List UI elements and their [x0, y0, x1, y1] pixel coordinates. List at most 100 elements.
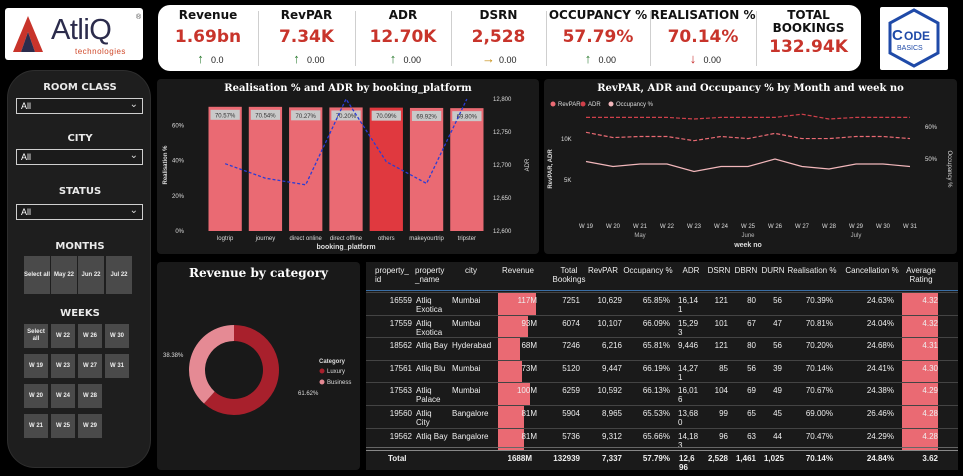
x-tick-label: direct offline: [330, 236, 363, 242]
table-total-row[interactable]: Total 1688M 132939 7,337 57.79% 12,6 96 2,528 1…: [366, 450, 958, 472]
cell-durn: 47: [773, 318, 782, 328]
cell-adr: 16,14 1: [678, 296, 699, 314]
week-chip-12[interactable]: W 25: [51, 414, 75, 438]
x-axis-label: booking_platform: [316, 244, 375, 251]
table-row[interactable]: 17561 Atliq Blu Mumbai 73M 5120 9,447 66.19% 14…: [366, 359, 958, 383]
atliq-logo: AtliQ technologies ®: [5, 8, 143, 60]
week-chip-0[interactable]: Select all: [24, 324, 48, 348]
y2-tick-label: 12,800: [493, 97, 512, 103]
cell-bookings: 5904: [562, 409, 580, 418]
cell-real: 69.00%: [805, 409, 833, 418]
month-label: May: [634, 233, 645, 239]
trend-up-icon: ↑: [584, 51, 592, 66]
month-chip-0[interactable]: Select all: [24, 256, 50, 294]
property-table: property_ id property _name city Revenue Tot…: [366, 262, 958, 472]
bar-direct-online: [289, 107, 323, 231]
kpi-value: 132.94K: [769, 37, 848, 57]
cell-real: 70.67%: [805, 386, 833, 396]
kpi-card: DSRN 2,528 → 0.00: [451, 5, 546, 71]
codebasics-logo: C ODE BASICS: [880, 7, 948, 70]
month-label: June: [741, 233, 755, 239]
realisation-adr-chart: 0% 20% 40% 60% Realisation % 70.57% logtrip 70.…: [163, 97, 531, 251]
cell-durn: 45: [773, 409, 782, 418]
column-header-canc: Cancellation %: [845, 266, 899, 275]
cell-bookings: 5736: [562, 431, 580, 441]
cell-dsrn: 96: [719, 431, 728, 441]
week-chip-3[interactable]: W 30: [105, 324, 129, 348]
status-dropdown[interactable]: All ⌄: [16, 204, 143, 220]
cell-id: 18562: [389, 341, 412, 351]
cell-revenue: 73M: [521, 363, 537, 373]
month-chip-1[interactable]: May 22: [51, 256, 77, 294]
cell-name: Atliq Palace: [416, 386, 441, 405]
kpi-card: OCCUPANCY % 57.79% ↑ 0.00: [546, 5, 650, 71]
column-header-revenue: Revenue: [501, 266, 535, 275]
cell-bookings: 5120: [562, 363, 580, 373]
kpi-delta: ↑ 0.00: [355, 51, 451, 66]
kpi-value: 2,528: [471, 27, 526, 47]
legend-item: ADR: [588, 102, 601, 108]
status-label: STATUS: [58, 186, 102, 197]
table-row[interactable]: 16559 Atliq Exotica Mumbai 117M 7251 10,629 65…: [366, 292, 958, 315]
week-chip-1[interactable]: W 22: [51, 324, 75, 348]
cell-durn: 56: [773, 341, 782, 351]
cell-city: Mumbai: [452, 363, 481, 373]
cell-name: Atliq Exotica: [416, 296, 443, 314]
column-header-property-name: property _name: [415, 266, 445, 284]
cell-city: Mumbai: [452, 318, 481, 328]
week-chip-13[interactable]: W 29: [78, 414, 102, 438]
week-chip-5[interactable]: W 23: [51, 354, 75, 378]
y2-tick-label: 12,600: [493, 229, 512, 235]
y2-tick-label: 12,750: [493, 130, 512, 136]
x-tick-label: W 19: [579, 224, 594, 230]
trend-up-icon: ↑: [197, 51, 204, 66]
table-row[interactable]: 19560 Atliq City Bangalore 81M 5904 8,965 65.5…: [366, 405, 958, 428]
cell-canc: 24.04%: [866, 318, 894, 328]
cell-adr: 9,446: [678, 341, 699, 351]
x-tick-label: others: [378, 236, 395, 242]
total-occ: 57.79%: [642, 454, 670, 463]
cell-city: Mumbai: [452, 296, 481, 305]
room-class-dropdown[interactable]: All ⌄: [16, 98, 143, 114]
y2-tick-label: 50%: [925, 157, 938, 163]
kpi-title: OCCUPANCY %: [548, 8, 648, 22]
kpi-value: 12.70K: [369, 27, 437, 47]
table-row[interactable]: 17563 Atliq Palace Mumbai 100M 6259 10,592 66.…: [366, 382, 958, 406]
kpi-value: 70.14%: [667, 27, 739, 47]
kpi-delta-value: 0.00: [700, 55, 722, 65]
cell-id: 16559: [389, 296, 412, 305]
cell-revpar: 6,216: [601, 341, 622, 351]
bar-data-label: 70.27%: [296, 114, 317, 120]
x-tick-label: direct online: [290, 236, 323, 242]
cell-rating: 4.28: [922, 409, 938, 418]
total-dsrn: 2,528: [707, 454, 728, 463]
city-dropdown[interactable]: All ⌄: [16, 149, 143, 165]
cell-revenue: 93M: [521, 318, 537, 328]
total-revenue: 1688M: [507, 454, 532, 463]
cell-city: Bangalore: [452, 431, 489, 441]
month-chip-2[interactable]: Jun 22: [78, 256, 104, 294]
cell-dbrn: 80: [747, 341, 756, 351]
cell-name: Atliq City: [416, 409, 432, 427]
total-durn: 1,025: [763, 454, 784, 463]
week-chip-11[interactable]: W 21: [24, 414, 48, 438]
week-chip-2[interactable]: W 26: [78, 324, 102, 348]
cell-revpar: 8,965: [601, 409, 622, 418]
kpi-title: TOTAL BOOKINGS: [772, 8, 845, 35]
week-chip-6[interactable]: W 27: [78, 354, 102, 378]
week-chip-10[interactable]: W 28: [78, 384, 102, 408]
week-chip-8[interactable]: W 20: [24, 384, 48, 408]
week-chip-7[interactable]: W 31: [105, 354, 129, 378]
table-row[interactable]: 18562 Atliq Bay Hyderabad 68M 7246 6,216 65.81…: [366, 337, 958, 361]
svg-text:C: C: [892, 27, 903, 44]
legend-item: Occupancy %: [616, 102, 654, 108]
week-chip-4[interactable]: W 19: [24, 354, 48, 378]
table-row[interactable]: 17559 Atliq Exotica Mumbai 93M 6074 10,107 66.…: [366, 314, 958, 338]
room-class-value: All: [21, 101, 32, 111]
month-chip-3[interactable]: Jul 22: [106, 256, 132, 294]
chevron-down-icon: ⌄: [129, 99, 138, 110]
week-chip-9[interactable]: W 24: [51, 384, 75, 408]
trend-up-icon: ↑: [293, 51, 300, 66]
x-tick-label: tripster: [458, 236, 476, 242]
filter-panel: ROOM CLASS All ⌄ CITY All ⌄ STATUS All ⌄…: [7, 70, 151, 468]
